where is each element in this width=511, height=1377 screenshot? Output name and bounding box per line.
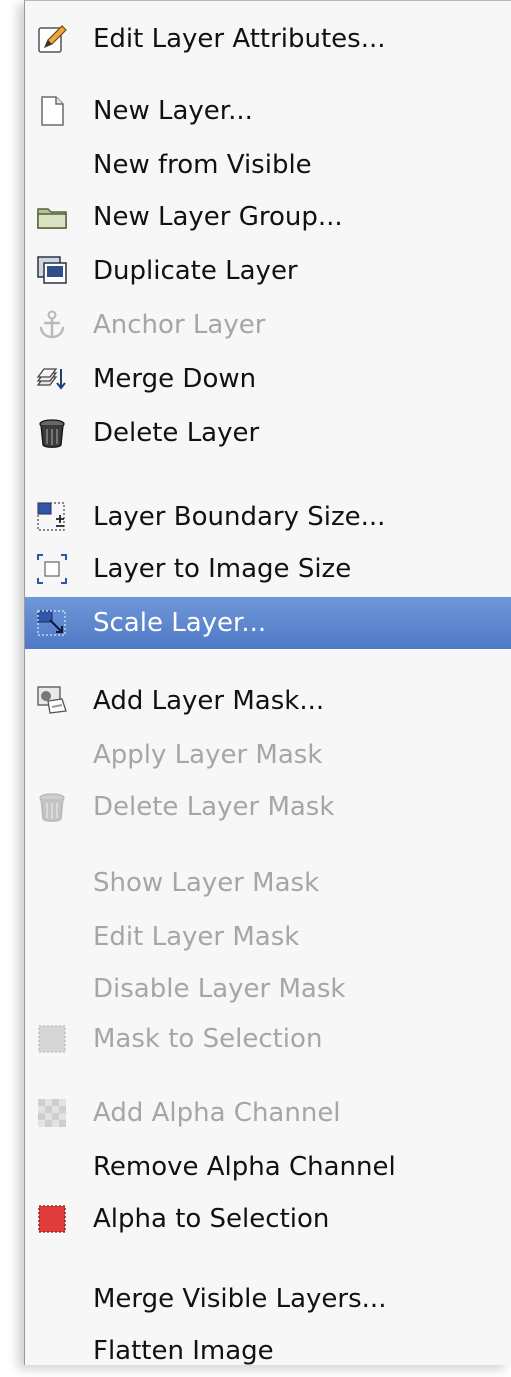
menu-item-anchor-layer: Anchor Layer: [25, 299, 511, 351]
menu-item-label: Layer to Image Size: [93, 554, 352, 584]
menu-item-label: Scale Layer...: [93, 608, 267, 638]
menu-item-new-layer-group[interactable]: New Layer Group...: [25, 191, 511, 243]
folder-icon: [37, 208, 67, 229]
menu-item-label: Delete Layer Mask: [93, 792, 335, 822]
menu-item-add-alpha-channel: Add Alpha Channel: [25, 1087, 511, 1139]
menu-item-label: Flatten Image: [93, 1336, 274, 1366]
menu-item-mask-to-selection: Mask to Selection: [25, 1013, 511, 1065]
menu-item-label: Delete Layer: [93, 418, 260, 448]
menu-item-layer-boundary-size[interactable]: Layer Boundary Size...: [25, 491, 511, 543]
edit-pencil-icon: [38, 25, 67, 53]
menu-item-delete-layer-mask: Delete Layer Mask: [25, 781, 511, 833]
menu-item-label: Add Layer Mask...: [93, 686, 325, 716]
menu-item-label: Duplicate Layer: [93, 256, 298, 286]
menu-item-label: Layer Boundary Size...: [93, 502, 386, 532]
menu-item-label: Add Alpha Channel: [93, 1098, 341, 1128]
menu-item-label: Remove Alpha Channel: [93, 1152, 396, 1182]
selection-square-icon: [38, 1025, 66, 1053]
menu-item-label: Apply Layer Mask: [93, 740, 323, 770]
menu-item-new-layer[interactable]: New Layer...: [25, 85, 511, 137]
menu-item-label: New Layer Group...: [93, 202, 343, 232]
menu-item-duplicate-layer[interactable]: Duplicate Layer: [25, 245, 511, 297]
anchor-icon: [39, 310, 65, 339]
menu-item-show-layer-mask: Show Layer Mask: [25, 857, 511, 909]
menu-item-merge-down[interactable]: Merge Down: [25, 353, 511, 405]
menu-item-label: Show Layer Mask: [93, 868, 320, 898]
menu-item-scale-layer[interactable]: Scale Layer...: [25, 597, 511, 649]
alpha-selection-icon: [38, 1205, 66, 1233]
menu-item-label: Alpha to Selection: [93, 1204, 330, 1234]
scale-layer-icon: [37, 610, 66, 636]
menu-item-label: Disable Layer Mask: [93, 974, 346, 1004]
menu-item-edit-layer-mask: Edit Layer Mask: [25, 911, 511, 963]
menu-item-label: Anchor Layer: [93, 310, 266, 340]
menu-item-new-from-visible[interactable]: New from Visible: [25, 139, 511, 191]
menu-item-flatten-image[interactable]: Flatten Image: [25, 1325, 511, 1377]
new-page-icon: [41, 96, 64, 126]
duplicate-layer-icon: [37, 256, 67, 284]
add-mask-icon: [37, 686, 67, 714]
trash-can-icon: [39, 793, 65, 822]
menu-item-edit-layer-attributes[interactable]: Edit Layer Attributes...: [25, 13, 511, 65]
menu-item-label: Merge Down: [93, 364, 257, 394]
menu-item-label: Merge Visible Layers...: [93, 1284, 387, 1314]
menu-item-label: New Layer...: [93, 96, 253, 126]
menu-item-delete-layer[interactable]: Delete Layer: [25, 407, 511, 459]
merge-down-icon: [36, 368, 66, 390]
menu-item-label: Edit Layer Mask: [93, 922, 300, 952]
menu-item-alpha-to-selection[interactable]: Alpha to Selection: [25, 1193, 511, 1245]
menu-item-apply-layer-mask: Apply Layer Mask: [25, 729, 511, 781]
menu-item-remove-alpha-channel[interactable]: Remove Alpha Channel: [25, 1141, 511, 1193]
trash-can-icon: [39, 419, 65, 448]
transparency-checker-icon: [38, 1099, 66, 1127]
menu-item-merge-visible-layers[interactable]: Merge Visible Layers...: [25, 1273, 511, 1325]
menu-item-label: Edit Layer Attributes...: [93, 24, 386, 54]
menu-item-add-layer-mask[interactable]: Add Layer Mask...: [25, 675, 511, 727]
layer-to-image-icon: [37, 554, 67, 584]
layer-context-menu: Edit Layer Attributes... New Layer... Ne…: [24, 0, 511, 1366]
menu-item-label: Mask to Selection: [93, 1024, 323, 1054]
layer-boundary-icon: [37, 502, 65, 531]
menu-item-label: New from Visible: [93, 150, 312, 180]
menu-item-layer-to-image-size[interactable]: Layer to Image Size: [25, 543, 511, 595]
menu-item-disable-layer-mask: Disable Layer Mask: [25, 963, 511, 1015]
